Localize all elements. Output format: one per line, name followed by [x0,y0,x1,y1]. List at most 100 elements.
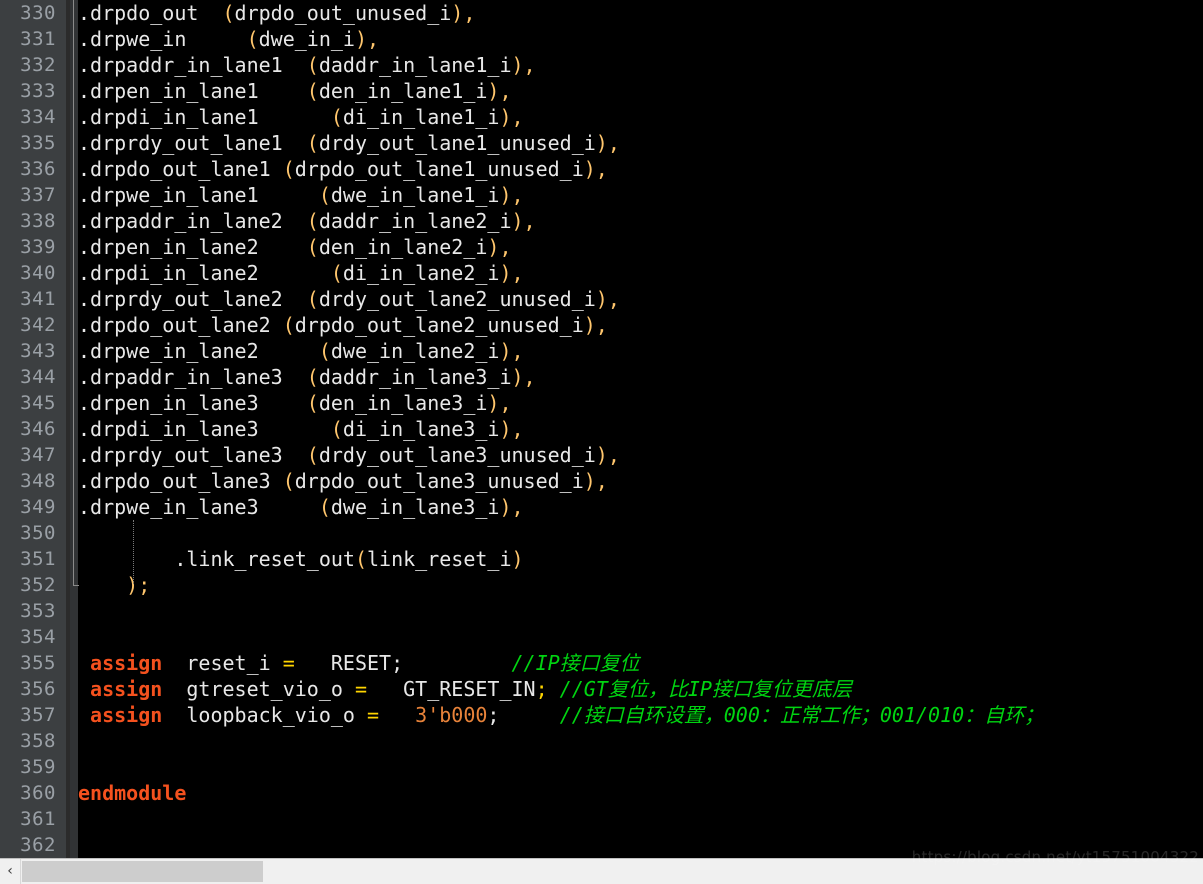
code-line[interactable] [78,598,1203,624]
code-line[interactable]: .drpwe_in (dwe_in_i), [78,26,1203,52]
code-token: drpdo_out_lane2_unused_i [294,313,584,337]
code-line[interactable]: .drprdy_out_lane3 (drdy_out_lane3_unused… [78,442,1203,468]
code-line[interactable]: .drpdo_out_lane2 (drpdo_out_lane2_unused… [78,312,1203,338]
code-line[interactable]: .drpdi_in_lane3 (di_in_lane3_i), [78,416,1203,442]
code-token: ; [487,703,500,727]
code-token: ) [499,105,512,129]
code-token: , [511,105,524,129]
code-line[interactable]: .drpdo_out (drpdo_out_unused_i), [78,0,1203,26]
scroll-left-arrow-icon[interactable]: ‹ [0,859,21,884]
code-token: .drpwe_in_lane3 [78,495,319,519]
code-line[interactable]: .drpen_in_lane3 (den_in_lane3_i), [78,390,1203,416]
code-token: ( [306,391,319,415]
code-line[interactable]: .drpwe_in_lane3 (dwe_in_lane3_i), [78,494,1203,520]
line-number: 354 [20,626,56,648]
code-line[interactable]: .drprdy_out_lane1 (drdy_out_lane1_unused… [78,130,1203,156]
code-token: ) [451,1,464,25]
code-token: ( [354,547,367,571]
code-line[interactable]: .drpaddr_in_lane3 (daddr_in_lane3_i), [78,364,1203,390]
code-token: ) [499,339,512,363]
code-token: ; [391,651,404,675]
code-line[interactable]: assign reset_i = RESET; //IP接口复位 [78,650,1203,676]
code-line[interactable]: .drpdi_in_lane1 (di_in_lane1_i), [78,104,1203,130]
code-token: endmodule [78,781,187,805]
code-line[interactable] [78,806,1203,832]
code-token: ( [246,27,259,51]
code-line[interactable]: .drprdy_out_lane2 (drdy_out_lane2_unused… [78,286,1203,312]
line-number: 350 [20,522,56,544]
code-token: , [595,157,608,181]
code-token: .drprdy_out_lane2 [78,287,307,311]
code-token: .link_reset_out [78,547,355,571]
code-line[interactable]: .drpdo_out_lane3 (drpdo_out_lane3_unused… [78,468,1203,494]
code-token: drdy_out_lane2_unused_i [318,287,596,311]
code-token: , [595,313,608,337]
code-token: //IP接口复位 [511,651,640,675]
code-token: ) [511,209,524,233]
line-number: 351 [20,548,56,570]
code-token: ) [487,79,500,103]
code-token: ( [318,183,331,207]
line-number: 352 [20,574,56,596]
code-line[interactable]: .link_reset_out(link_reset_i) [78,546,1203,572]
line-number: 341 [20,288,56,310]
code-token: ) [511,53,524,77]
code-token: assign [90,677,163,701]
code-token: ) [487,391,500,415]
code-line[interactable]: .drpwe_in_lane1 (dwe_in_lane1_i), [78,182,1203,208]
code-fold-bracket[interactable] [73,0,79,586]
code-line[interactable]: assign loopback_vio_o = 3'b000; //接口自环设置… [78,702,1203,728]
code-token: ( [306,365,319,389]
code-token: = [354,677,367,701]
code-line[interactable]: .drpen_in_lane1 (den_in_lane1_i), [78,78,1203,104]
code-line[interactable] [78,728,1203,754]
code-token: RESET [294,651,392,675]
horizontal-scrollbar[interactable]: ‹ [0,858,1203,884]
code-line[interactable] [78,754,1203,780]
code-line[interactable] [78,520,1203,546]
line-number: 331 [20,28,56,50]
scrollbar-track[interactable] [22,859,1203,884]
code-line[interactable]: .drpaddr_in_lane2 (daddr_in_lane2_i), [78,208,1203,234]
line-number: 334 [20,106,56,128]
code-token: .drpdi_in_lane3 [78,417,331,441]
line-number: 359 [20,756,56,778]
code-token: ) [354,27,367,51]
code-line[interactable]: .drpaddr_in_lane1 (daddr_in_lane1_i), [78,52,1203,78]
code-token: .drpdi_in_lane2 [78,261,331,285]
code-token: ( [306,131,319,155]
code-line[interactable] [78,624,1203,650]
code-token: den_in_lane3_i [318,391,488,415]
code-line[interactable]: ); [78,572,1203,598]
code-token: ( [282,469,295,493]
code-token: drdy_out_lane1_unused_i [318,131,596,155]
code-line[interactable]: assign gtreset_vio_o = GT_RESET_IN; //GT… [78,676,1203,702]
code-token: .drpwe_in [78,27,247,51]
code-token: .drpen_in_lane1 [78,79,307,103]
code-token: 3'b000 [415,703,488,727]
code-token: dwe_in_lane2_i [330,339,500,363]
code-editor: 330 331 332 333 334 335 336 337 338 339 340 341 342 3… [0,0,1203,884]
code-line[interactable]: .drpdo_out_lane1 (drpdo_out_lane1_unused… [78,156,1203,182]
code-token: drpdo_out_lane3_unused_i [294,469,584,493]
code-line[interactable]: .drpen_in_lane2 (den_in_lane2_i), [78,234,1203,260]
code-line[interactable]: .drpdi_in_lane2 (di_in_lane2_i), [78,260,1203,286]
code-token: reset_i [162,651,283,675]
code-token: , [595,469,608,493]
code-token: .drprdy_out_lane3 [78,443,307,467]
code-line[interactable] [78,832,1203,858]
code-token: ( [306,53,319,77]
line-number: 356 [20,678,56,700]
code-token: ) [583,313,596,337]
scrollbar-thumb[interactable] [22,861,263,882]
code-content-area[interactable]: .drpdo_out (drpdo_out_unused_i), .drpwe_i… [78,0,1203,858]
line-number: 340 [20,262,56,284]
code-line[interactable]: .drpwe_in_lane2 (dwe_in_lane2_i), [78,338,1203,364]
code-line[interactable]: endmodule [78,780,1203,806]
code-token: ) [511,547,524,571]
code-token: , [499,79,512,103]
code-token: ( [306,443,319,467]
